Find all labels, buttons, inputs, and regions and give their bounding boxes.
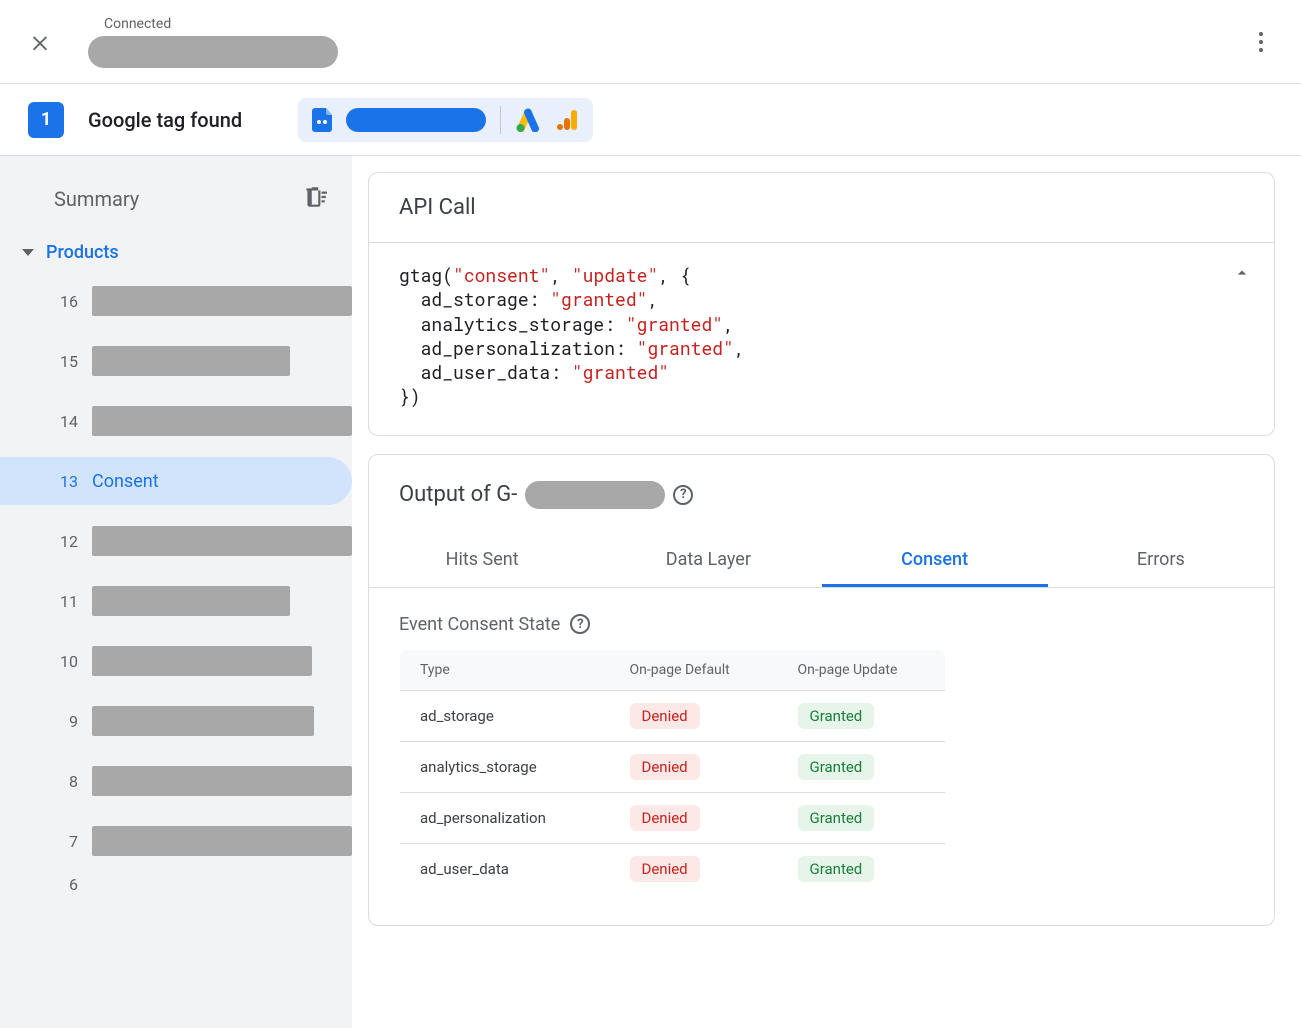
- event-row[interactable]: 8: [0, 757, 352, 805]
- event-label-redacted: [92, 706, 314, 736]
- event-label-redacted: [92, 346, 290, 376]
- event-number: 11: [54, 592, 78, 611]
- consent-type: ad_user_data: [400, 843, 610, 894]
- output-card: Output of G- ? Hits SentData LayerConsen…: [368, 454, 1275, 926]
- default-badge: Denied: [630, 754, 700, 780]
- event-number: 6: [54, 877, 78, 891]
- tab-errors[interactable]: Errors: [1048, 535, 1274, 587]
- event-label-redacted: [92, 766, 352, 796]
- more-vert-icon: [1259, 32, 1263, 52]
- event-number: 9: [54, 712, 78, 731]
- event-label-redacted: [92, 646, 312, 676]
- connected-block: Connected: [88, 16, 338, 68]
- tag-chips[interactable]: [298, 98, 593, 142]
- consent-type: ad_personalization: [400, 792, 610, 843]
- close-button[interactable]: [16, 18, 64, 66]
- google-ads-icon: [515, 108, 541, 132]
- chevron-down-icon: [22, 249, 34, 256]
- event-number: 14: [54, 412, 78, 431]
- default-badge: Denied: [630, 805, 700, 831]
- tag-count-badge: 1: [28, 102, 64, 138]
- event-label-redacted: [92, 586, 290, 616]
- event-number: 12: [54, 532, 78, 551]
- output-prefix: Output of G-: [399, 482, 517, 507]
- output-id-redacted: [525, 481, 665, 509]
- connected-label: Connected: [104, 16, 338, 32]
- event-row[interactable]: 16: [0, 277, 352, 325]
- event-label: Consent: [92, 471, 159, 492]
- api-call-card: API Call gtag("consent", "update", { ad_…: [368, 172, 1275, 436]
- event-row[interactable]: 6: [0, 877, 352, 891]
- clear-events-button[interactable]: [302, 184, 328, 214]
- google-analytics-icon: [555, 108, 579, 132]
- update-badge: Granted: [798, 703, 875, 729]
- consent-table: Type On-page Default On-page Update ad_s…: [399, 649, 946, 895]
- event-row[interactable]: 13 Consent: [0, 457, 352, 505]
- help-consent-button[interactable]: ?: [570, 614, 590, 634]
- default-badge: Denied: [630, 856, 700, 882]
- api-call-code: gtag("consent", "update", { ad_storage: …: [369, 243, 1274, 435]
- event-row[interactable]: 15: [0, 337, 352, 385]
- col-header-update: On-page Update: [778, 649, 946, 690]
- event-row[interactable]: 9: [0, 697, 352, 745]
- consent-type: ad_storage: [400, 690, 610, 741]
- update-badge: Granted: [798, 754, 875, 780]
- gtag-icon: [312, 108, 332, 132]
- event-row[interactable]: 10: [0, 637, 352, 685]
- event-number: 10: [54, 652, 78, 671]
- event-list: 16 15 14 13 Consent 12 11 10 9 8 7 6: [0, 277, 352, 891]
- connected-url-redacted: [88, 36, 338, 68]
- consent-row: analytics_storage Denied Granted: [400, 741, 946, 792]
- tag-found-row: 1 Google tag found: [0, 84, 1301, 156]
- consent-type: analytics_storage: [400, 741, 610, 792]
- chip-divider: [500, 106, 501, 134]
- api-call-title: API Call: [369, 173, 1274, 243]
- summary-label[interactable]: Summary: [54, 187, 139, 211]
- event-number: 7: [54, 832, 78, 851]
- tag-found-label: Google tag found: [88, 108, 242, 132]
- output-header: Output of G- ?: [369, 455, 1274, 513]
- main-panel: API Call gtag("consent", "update", { ad_…: [352, 156, 1301, 1028]
- update-badge: Granted: [798, 856, 875, 882]
- top-bar: Connected: [0, 0, 1301, 84]
- col-header-default: On-page Default: [610, 649, 778, 690]
- tag-id-redacted: [346, 108, 486, 132]
- event-label-redacted: [92, 406, 352, 436]
- col-header-type: Type: [400, 649, 610, 690]
- output-tabs: Hits SentData LayerConsentErrors: [369, 535, 1274, 588]
- consent-row: ad_user_data Denied Granted: [400, 843, 946, 894]
- more-menu-button[interactable]: [1237, 18, 1285, 66]
- event-label-redacted: [92, 286, 352, 316]
- products-toggle[interactable]: Products: [0, 242, 352, 263]
- event-row[interactable]: 14: [0, 397, 352, 445]
- consent-panel: Event Consent State ? Type On-page Defau…: [369, 588, 1274, 925]
- tab-consent[interactable]: Consent: [822, 535, 1048, 587]
- event-label-redacted: [92, 526, 352, 556]
- event-number: 15: [54, 352, 78, 371]
- tab-data-layer[interactable]: Data Layer: [595, 535, 821, 587]
- tab-hits-sent[interactable]: Hits Sent: [369, 535, 595, 587]
- default-badge: Denied: [630, 703, 700, 729]
- event-row[interactable]: 12: [0, 517, 352, 565]
- consent-row: ad_personalization Denied Granted: [400, 792, 946, 843]
- collapse-button[interactable]: [1232, 263, 1252, 288]
- clear-icon: [302, 184, 328, 210]
- consent-row: ad_storage Denied Granted: [400, 690, 946, 741]
- products-label: Products: [46, 242, 119, 263]
- update-badge: Granted: [798, 805, 875, 831]
- help-output-button[interactable]: ?: [673, 485, 693, 505]
- sidebar: Summary Products 16 15 14 13 Consent 12 11 10 9 8…: [0, 156, 352, 1028]
- close-icon: [29, 31, 51, 53]
- consent-section-title: Event Consent State: [399, 614, 560, 635]
- event-label-redacted: [92, 826, 352, 856]
- event-row[interactable]: 7: [0, 817, 352, 865]
- event-number: 16: [54, 292, 78, 311]
- event-number: 8: [54, 772, 78, 791]
- event-number: 13: [54, 472, 78, 491]
- event-row[interactable]: 11: [0, 577, 352, 625]
